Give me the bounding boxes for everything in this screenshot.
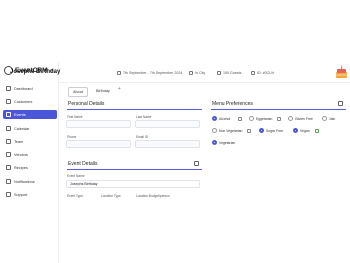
dashboard-icon	[6, 86, 11, 91]
checkbox[interactable]	[259, 128, 264, 133]
page-title: Josephs Birthday	[10, 69, 61, 75]
support-icon	[6, 192, 11, 197]
menu-preferences-divider	[211, 109, 346, 111]
event-date: 7th September - 7th September 2024	[117, 71, 182, 75]
sidebar-item-dashboard[interactable]: Dashboard	[3, 84, 57, 93]
pref-vegan[interactable]: Vegan	[293, 128, 319, 133]
meat-icon	[247, 128, 252, 133]
sidebar-item-support[interactable]: Support	[3, 190, 57, 199]
pref-eggetarian[interactable]: Eggetarian	[249, 116, 282, 121]
event-guests: 150 Guests	[217, 71, 241, 75]
location-icon	[189, 71, 193, 75]
last-name-field[interactable]	[135, 120, 200, 128]
edit-icon[interactable]	[338, 101, 343, 106]
location-budget-label: Location Budget/person	[136, 194, 170, 198]
last-name-label: Last Name	[136, 115, 152, 119]
tab-birthday[interactable]: Birthday	[92, 87, 114, 97]
checkbox[interactable]	[249, 116, 254, 121]
pref-alcohol[interactable]: Alcohol	[212, 116, 243, 121]
calendar-icon	[117, 71, 121, 75]
team-icon	[6, 139, 11, 144]
event-details-divider	[67, 169, 202, 171]
sidebar-item-notifications[interactable]: Notifications	[3, 177, 57, 186]
event-tabs: About Birthday +	[68, 86, 121, 97]
event-location: In City	[189, 71, 205, 75]
add-tab-button[interactable]: +	[118, 86, 121, 97]
event-details-title: Event Details	[68, 161, 98, 167]
edit-icon[interactable]	[194, 161, 199, 166]
event-id: ID: #0CLVr	[251, 71, 274, 75]
personal-details-title: Personal Details	[68, 101, 105, 107]
event-name-label: Event Name	[67, 174, 85, 178]
checkbox[interactable]	[212, 128, 217, 133]
checkbox[interactable]	[293, 128, 298, 133]
events-icon	[6, 112, 11, 117]
menu-preferences-title: Menu Preferences	[212, 101, 253, 107]
wine-icon	[238, 116, 243, 121]
pref-non-vegetarian[interactable]: Non Vegetarian	[212, 128, 252, 133]
event-name-field[interactable]: Josephs Birthday	[66, 180, 200, 188]
pref-vegetarian[interactable]: Vegetarian	[212, 140, 235, 145]
birthday-cake-icon	[336, 65, 347, 78]
sidebar-item-customers[interactable]: Customers	[3, 97, 57, 106]
tab-about[interactable]: About	[68, 87, 88, 97]
phone-field[interactable]	[66, 140, 131, 148]
guests-icon	[217, 71, 221, 75]
phone-label: Phone	[67, 135, 77, 139]
sidebar-item-recipes[interactable]: Recipes	[3, 163, 57, 172]
calendar-icon	[6, 126, 11, 131]
checkbox[interactable]	[322, 116, 327, 121]
location-type-label: Location Type	[101, 194, 121, 198]
id-icon	[251, 71, 255, 75]
bell-icon	[6, 179, 11, 184]
sidebar-item-events[interactable]: Events	[3, 110, 57, 119]
event-type-label: Event Type	[67, 194, 83, 198]
recipes-icon	[6, 165, 11, 170]
checkbox[interactable]	[212, 140, 217, 145]
leaf-icon	[314, 128, 319, 133]
sidebar-item-calendar[interactable]: Calendar	[3, 124, 57, 133]
first-name-field[interactable]	[66, 120, 131, 128]
customers-icon	[6, 99, 11, 104]
sidebar-item-team[interactable]: Team	[3, 137, 57, 146]
egg-icon	[277, 116, 282, 121]
vendors-icon	[6, 152, 11, 157]
personal-details-divider	[67, 109, 202, 111]
checkbox[interactable]	[212, 116, 217, 121]
pref-sugar-free[interactable]: Sugar Free	[259, 128, 283, 133]
event-crm-app: { "app": {"name": "EventCRM", "collapse_…	[0, 0, 350, 263]
email-field[interactable]	[135, 140, 200, 148]
email-label: Email ID	[136, 135, 149, 139]
checkbox[interactable]	[288, 116, 293, 121]
pref-jain[interactable]: Jain	[322, 116, 335, 121]
pref-gluten-free[interactable]: Gluten Free	[288, 116, 313, 121]
sidebar-item-vendors[interactable]: Vendors	[3, 150, 57, 159]
first-name-label: First Name	[67, 115, 83, 119]
